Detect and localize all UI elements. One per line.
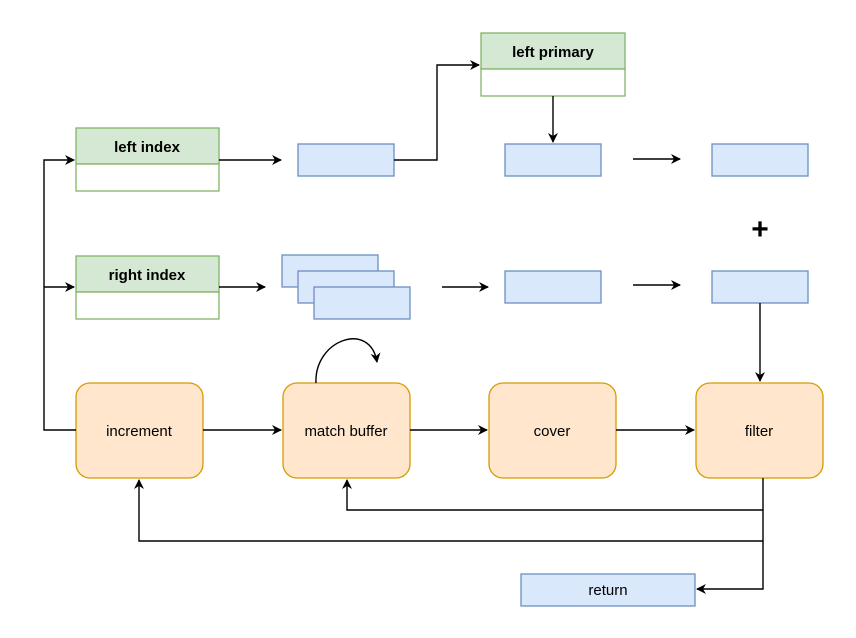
process-match-buffer[interactable]: match buffer bbox=[282, 382, 411, 479]
edge-filter-to-return bbox=[696, 541, 764, 594]
process-increment[interactable]: increment bbox=[75, 382, 204, 479]
data-box-left-primary-result[interactable] bbox=[504, 143, 602, 177]
return-box[interactable]: return bbox=[520, 573, 696, 607]
table-left-primary[interactable]: left primary bbox=[480, 32, 626, 97]
edge-lookup-to-left-primary bbox=[394, 60, 480, 161]
data-box-right-merged[interactable] bbox=[504, 270, 602, 304]
process-cover[interactable]: cover bbox=[488, 382, 617, 479]
edge-filter-to-match-buffer bbox=[342, 478, 764, 511]
edge-match-buffer-self-loop bbox=[315, 338, 381, 384]
diagram-canvas: left primary left index right index + in… bbox=[43, 32, 824, 607]
process-label: filter bbox=[745, 423, 773, 440]
plus-operator: + bbox=[751, 213, 769, 246]
process-label: increment bbox=[106, 423, 173, 440]
table-left-index[interactable]: left index bbox=[75, 127, 220, 192]
table-title: right index bbox=[109, 267, 186, 284]
table-right-index[interactable]: right index bbox=[75, 255, 220, 320]
table-title: left index bbox=[114, 139, 181, 156]
process-label: match buffer bbox=[304, 423, 387, 440]
data-box-right-output[interactable] bbox=[711, 270, 809, 304]
data-box-left-output[interactable] bbox=[711, 143, 809, 177]
table-title: left primary bbox=[512, 44, 594, 61]
edge-increment-to-left-index bbox=[43, 155, 76, 431]
process-label: cover bbox=[534, 423, 571, 440]
return-label: return bbox=[588, 582, 627, 599]
data-box-stack-right[interactable] bbox=[281, 254, 411, 320]
process-filter[interactable]: filter bbox=[695, 382, 824, 479]
data-box-left-lookup[interactable] bbox=[297, 143, 395, 177]
